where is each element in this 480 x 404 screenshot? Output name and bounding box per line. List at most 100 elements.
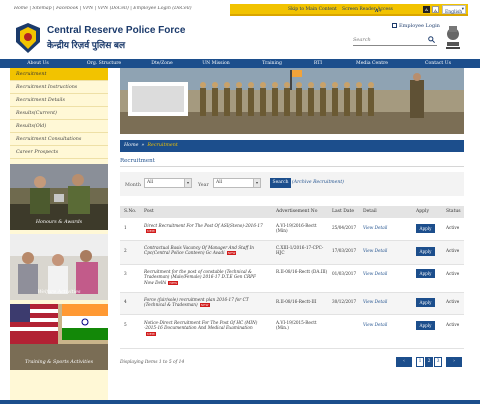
link-facebook[interactable]: Facebook <box>56 6 78 11</box>
row-last-date: 30/12/2017 <box>332 299 357 304</box>
col-post: Post <box>144 209 154 214</box>
archive-recruitment-link[interactable]: (Archive Recruitment) <box>292 180 344 185</box>
table-row: 1 Direct Recruitment For The Post Of ASI… <box>120 219 464 241</box>
row-post[interactable]: Direct Recruitment For The Post Of ASI(S… <box>144 223 264 234</box>
sidebar-item-recruitment[interactable]: Recruitment <box>10 68 108 81</box>
apply-button[interactable]: Apply <box>416 269 435 278</box>
sidebar: Recruitment Recruitment Instructions Rec… <box>10 68 108 400</box>
row-post[interactable]: Notice-Direct Recruitment For The Post O… <box>144 320 264 336</box>
employee-login-link[interactable]: Employee Login <box>392 23 440 29</box>
row-sno: 2 <box>124 248 127 253</box>
national-emblem-icon <box>442 22 464 52</box>
tile-honours-awards[interactable]: Honours & Awards <box>10 164 108 230</box>
nav-rti[interactable]: RTI <box>306 59 330 68</box>
row-sno: 4 <box>124 299 127 304</box>
sidebar-item-recruitment-consultations[interactable]: Recruitment Consultations <box>10 133 108 146</box>
link-vpn[interactable]: VPN <box>83 6 93 11</box>
nav-dte-zone[interactable]: Dte/Zone <box>144 59 180 68</box>
screen-reader-link[interactable]: Screen Reader Access <box>342 7 393 12</box>
row-sno: 5 <box>124 322 127 327</box>
tile-caption: Honours & Awards <box>35 220 83 225</box>
link-employee-login-docell[interactable]: Employee Login (DoCell) <box>133 6 191 11</box>
crpf-logo-icon[interactable] <box>14 22 42 54</box>
view-detail-link[interactable]: View Detail <box>363 248 387 253</box>
font-increase-button[interactable]: A+ <box>375 9 382 14</box>
view-detail-link[interactable]: View Detail <box>363 299 387 304</box>
month-label: Month <box>125 183 141 188</box>
year-select[interactable]: All ▾ <box>213 178 261 188</box>
col-apply: Apply <box>416 209 429 214</box>
utility-links: Home | Sitemap | Facebook | VPN | VPN (D… <box>14 6 192 11</box>
accessibility-bar: Skip to Main Content Screen Reader Acces… <box>230 4 468 16</box>
row-post[interactable]: Force (fair/sole) recruitment plan 2016-… <box>144 297 264 308</box>
chevron-down-icon: ▾ <box>184 179 191 187</box>
contrast-dark-button[interactable]: A <box>423 6 430 13</box>
apply-button[interactable]: Apply <box>416 224 435 233</box>
link-vpn-docell[interactable]: VPN (DoCell) <box>98 6 129 11</box>
new-badge: NEW <box>146 229 156 234</box>
breadcrumb: Home» Recruitment <box>120 140 464 152</box>
apply-button[interactable]: Apply <box>416 247 435 256</box>
skip-main-link[interactable]: Skip to Main Content <box>288 7 337 12</box>
main-nav: About Us Org. Structure Dte/Zone UN Miss… <box>0 59 480 68</box>
link-sitemap[interactable]: Sitemap <box>32 6 51 11</box>
view-detail-link[interactable]: View Detail <box>363 322 387 327</box>
nav-media-centre[interactable]: Media Centre <box>350 59 394 68</box>
view-detail-link[interactable]: View Detail <box>363 271 387 276</box>
col-sno: S.No. <box>124 209 137 214</box>
nav-org-structure[interactable]: Org. Structure <box>82 59 126 68</box>
breadcrumb-home[interactable]: Home <box>124 143 138 148</box>
page-title: Recruitment <box>120 158 155 164</box>
row-post[interactable]: Recruitment for the post of constable (T… <box>144 269 264 285</box>
site-header: Central Reserve Police Force केन्द्रीय र… <box>0 20 480 58</box>
page-3-button[interactable]: 3 <box>434 357 442 367</box>
page-2-button[interactable]: 2 <box>425 357 433 367</box>
month-select[interactable]: All ▾ <box>144 178 192 188</box>
new-badge: NEW <box>199 303 210 308</box>
filter-search-button[interactable]: Search <box>270 178 291 188</box>
sidebar-item-recruitment-details[interactable]: Recruitment Details <box>10 94 108 107</box>
page-1-button[interactable]: 1 <box>416 357 424 367</box>
search-icon[interactable] <box>428 36 435 45</box>
link-home[interactable]: Home <box>14 6 28 11</box>
org-name-hindi: केन्द्रीय रिज़र्व पुलिस बल <box>47 40 126 50</box>
sidebar-item-results-old[interactable]: Results(Old) <box>10 120 108 133</box>
table-header: S.No. Post Advertisement No Last Date De… <box>120 206 464 218</box>
sidebar-item-results-current[interactable]: Results(Current) <box>10 107 108 120</box>
row-status: Active <box>446 248 460 253</box>
parade-banner <box>120 68 464 134</box>
prev-page-button[interactable]: ‹ <box>396 357 412 367</box>
breadcrumb-current: Recruitment <box>147 143 178 148</box>
nav-contact-us[interactable]: Contact Us <box>418 59 458 68</box>
contrast-light-button[interactable]: A <box>432 6 439 13</box>
top-utility-bar: Home | Sitemap | Facebook | VPN | VPN (D… <box>0 0 480 20</box>
view-detail-link[interactable]: View Detail <box>363 225 387 230</box>
apply-button[interactable]: Apply <box>416 298 435 307</box>
login-icon <box>392 23 397 28</box>
row-status: Active <box>446 271 460 276</box>
apply-button[interactable]: Apply <box>416 321 435 330</box>
chevron-down-icon: ▾ <box>461 7 464 12</box>
col-last-date: Last Date <box>332 209 354 214</box>
nav-un-mission[interactable]: UN Mission <box>196 59 236 68</box>
footer-bar <box>0 400 480 404</box>
sidebar-item-recruitment-instructions[interactable]: Recruitment Instructions <box>10 81 108 94</box>
recruitment-filter: Month All ▾ Year All ▾ Search (Archive R… <box>120 172 464 196</box>
row-advertisement: R.II-08/16-Rectt-III <box>276 299 317 304</box>
sidebar-item-career-prospects[interactable]: Career Prospects <box>10 146 108 159</box>
row-sno: 1 <box>124 225 127 230</box>
row-advertisement: A.VI-19/2016-Rectt (Min) <box>276 223 317 234</box>
nav-training[interactable]: Training <box>254 59 290 68</box>
nav-about-us[interactable]: About Us <box>20 59 56 68</box>
search-input[interactable] <box>353 35 423 44</box>
tile-training-sports[interactable]: Training & Sports Activities <box>10 304 108 370</box>
next-page-button[interactable]: › <box>446 357 462 367</box>
site-search <box>353 35 437 46</box>
tile-welfare-activities[interactable]: Welfare Activities <box>10 234 108 300</box>
row-last-date: 25/04/2017 <box>332 225 357 230</box>
row-advertisement: R.II-08/16-Rectt (DA.III) <box>276 269 328 274</box>
row-status: Active <box>446 225 460 230</box>
row-post[interactable]: Contractual Basis Vacancy Of Manager And… <box>144 245 264 256</box>
language-select[interactable]: English ▾ <box>442 5 466 15</box>
pager-info: Displaying Items 1 to 5 of 14 <box>120 360 185 365</box>
